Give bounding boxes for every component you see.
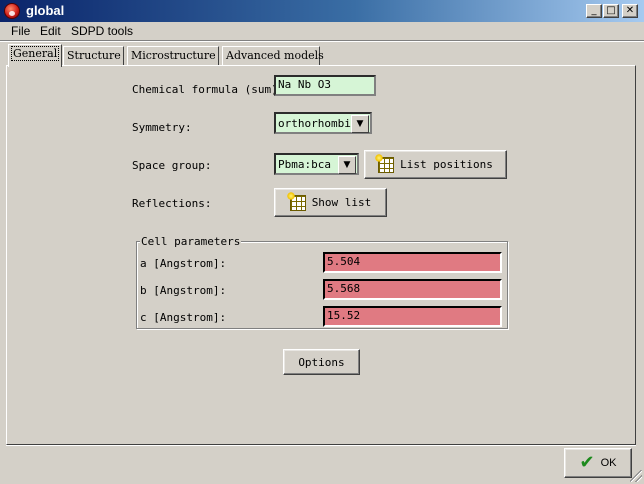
- tab-general-label: General: [10, 46, 60, 61]
- cell-a-input[interactable]: 5.504: [323, 252, 502, 273]
- space-group-label: Space group:: [132, 159, 212, 172]
- chemical-formula-input[interactable]: Na Nb O3: [274, 75, 376, 96]
- menu-edit[interactable]: Edit: [40, 24, 61, 38]
- menu-separator: [0, 40, 644, 42]
- chevron-down-icon[interactable]: ▼: [338, 156, 356, 174]
- show-list-label: Show list: [311, 196, 372, 209]
- title-bar[interactable]: [0, 0, 644, 22]
- chevron-down-icon[interactable]: ▼: [351, 115, 369, 133]
- close-button[interactable]: ✕: [622, 4, 638, 18]
- show-list-button[interactable]: Show list: [274, 188, 387, 217]
- ok-button[interactable]: ✔ OK: [564, 448, 632, 478]
- menu-bar: File Edit SDPD tools: [0, 22, 644, 40]
- reflections-label: Reflections:: [132, 197, 212, 210]
- space-group-value: Pbma:bca: [278, 158, 331, 171]
- cell-c-label: c [Angstrom]:: [140, 311, 227, 324]
- symmetry-select[interactable]: orthorhombic ▼: [274, 112, 372, 134]
- checkmark-icon: ✔: [579, 452, 595, 473]
- options-button[interactable]: Options: [283, 349, 360, 375]
- space-group-select[interactable]: Pbma:bca ▼: [274, 153, 359, 175]
- tab-general[interactable]: General: [8, 44, 62, 67]
- cell-b-label: b [Angstrom]:: [140, 284, 227, 297]
- cell-b-input[interactable]: 5.568: [323, 279, 502, 300]
- tab-structure[interactable]: Structure: [63, 46, 124, 66]
- cell-c-input[interactable]: 15.52: [323, 306, 502, 327]
- tab-microstructure[interactable]: Microstructure: [127, 46, 219, 66]
- table-icon: [286, 191, 306, 211]
- menu-sdpd-tools[interactable]: SDPD tools: [71, 24, 133, 38]
- cell-parameters-title: Cell parameters: [140, 235, 242, 248]
- symmetry-value: orthorhombic: [278, 117, 358, 130]
- list-positions-label: List positions: [400, 158, 493, 171]
- cell-a-label: a [Angstrom]:: [140, 257, 227, 270]
- menu-file[interactable]: File: [11, 24, 30, 38]
- app-icon[interactable]: [4, 3, 20, 19]
- table-icon: [375, 153, 395, 173]
- minimize-button[interactable]: _: [586, 4, 602, 18]
- tab-advanced-models[interactable]: Advanced models: [222, 46, 324, 66]
- symmetry-label: Symmetry:: [132, 121, 192, 134]
- window-title: global: [26, 3, 65, 18]
- resize-grip[interactable]: [630, 470, 642, 482]
- maximize-button[interactable]: □: [603, 4, 619, 18]
- ok-label: OK: [600, 457, 617, 469]
- list-positions-button[interactable]: List positions: [364, 150, 507, 179]
- chemical-formula-label: Chemical formula (sum):: [132, 83, 285, 96]
